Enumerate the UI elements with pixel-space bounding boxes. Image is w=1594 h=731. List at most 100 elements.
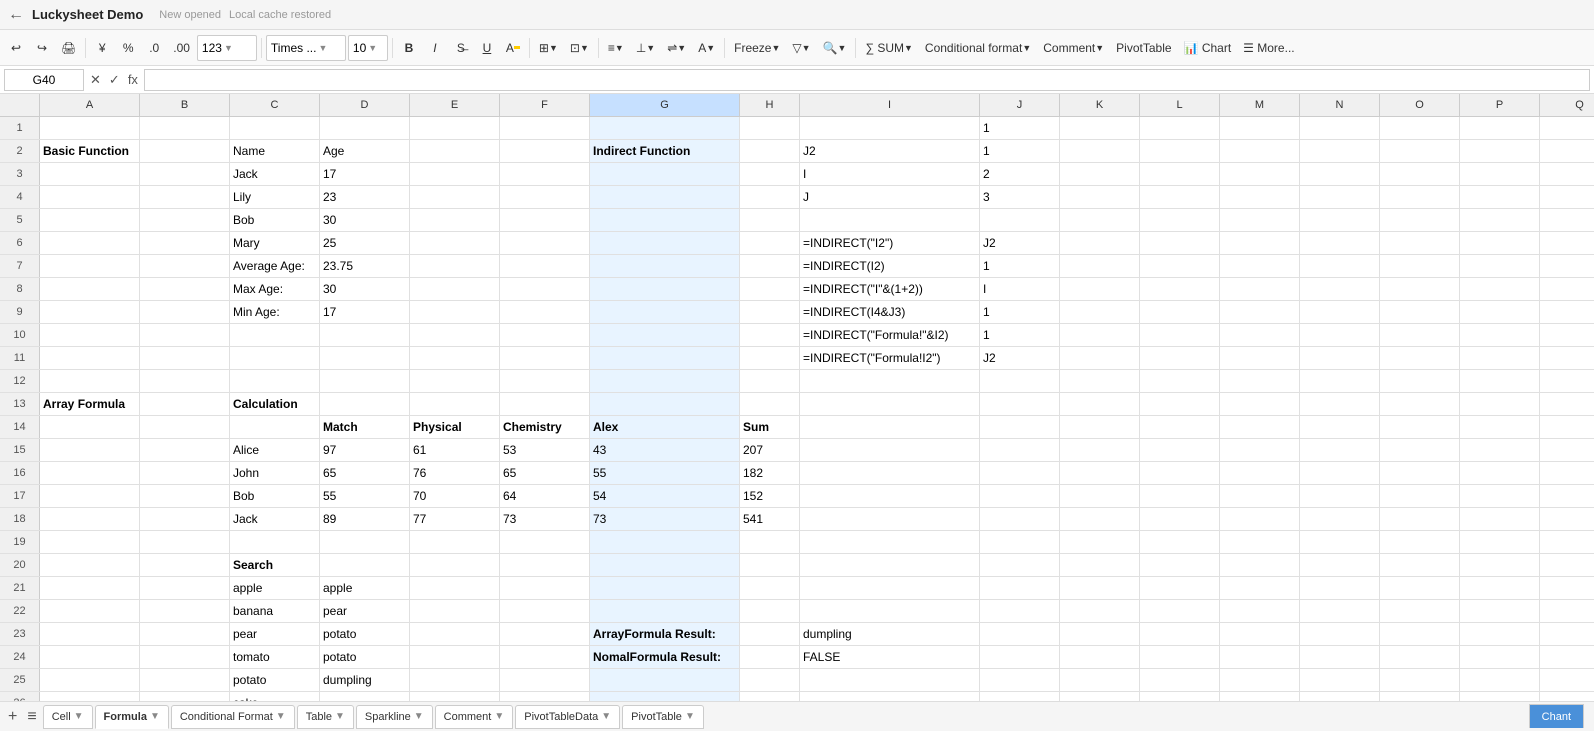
- cell-2-P[interactable]: [1460, 140, 1540, 162]
- cell-5-N[interactable]: [1300, 209, 1380, 231]
- cell-6-I[interactable]: =INDIRECT("I2"): [800, 232, 980, 254]
- cell-24-G[interactable]: NomalFormula Result:: [590, 646, 740, 668]
- cell-16-O[interactable]: [1380, 462, 1460, 484]
- cell-16-E[interactable]: 76: [410, 462, 500, 484]
- cell-6-N[interactable]: [1300, 232, 1380, 254]
- cell-25-D[interactable]: dumpling: [320, 669, 410, 691]
- cell-15-E[interactable]: 61: [410, 439, 500, 461]
- cell-25-M[interactable]: [1220, 669, 1300, 691]
- cell-10-D[interactable]: [320, 324, 410, 346]
- pivottable-button[interactable]: PivotTable: [1111, 35, 1176, 61]
- print-button[interactable]: 🖨: [56, 35, 81, 61]
- cell-22-A[interactable]: [40, 600, 140, 622]
- cell-19-L[interactable]: [1140, 531, 1220, 553]
- cell-14-E[interactable]: Physical: [410, 416, 500, 438]
- cell-3-P[interactable]: [1460, 163, 1540, 185]
- cell-17-B[interactable]: [140, 485, 230, 507]
- cell-13-M[interactable]: [1220, 393, 1300, 415]
- cell-7-F[interactable]: [500, 255, 590, 277]
- cell-7-N[interactable]: [1300, 255, 1380, 277]
- merge-button[interactable]: ⊡▼: [565, 35, 594, 61]
- cell-4-P[interactable]: [1460, 186, 1540, 208]
- cell-15-H[interactable]: 207: [740, 439, 800, 461]
- cell-1-H[interactable]: [740, 117, 800, 139]
- cell-15-N[interactable]: [1300, 439, 1380, 461]
- cell-19-E[interactable]: [410, 531, 500, 553]
- cell-15-K[interactable]: [1060, 439, 1140, 461]
- cell-11-P[interactable]: [1460, 347, 1540, 369]
- cell-11-H[interactable]: [740, 347, 800, 369]
- cell-23-O[interactable]: [1380, 623, 1460, 645]
- cell-1-O[interactable]: [1380, 117, 1460, 139]
- cell-13-L[interactable]: [1140, 393, 1220, 415]
- cell-4-H[interactable]: [740, 186, 800, 208]
- cell-8-Q[interactable]: [1540, 278, 1594, 300]
- cell-23-F[interactable]: [500, 623, 590, 645]
- undo-button[interactable]: ↩: [4, 35, 28, 61]
- cell-24-N[interactable]: [1300, 646, 1380, 668]
- cell-14-J[interactable]: [980, 416, 1060, 438]
- cell-13-I[interactable]: [800, 393, 980, 415]
- cell-22-B[interactable]: [140, 600, 230, 622]
- cell-8-O[interactable]: [1380, 278, 1460, 300]
- col-header-f[interactable]: F: [500, 94, 590, 116]
- cell-7-P[interactable]: [1460, 255, 1540, 277]
- cell-4-E[interactable]: [410, 186, 500, 208]
- tab-conditional-format[interactable]: Conditional Format ▼: [171, 705, 295, 729]
- cell-2-A[interactable]: Basic Function: [40, 140, 140, 162]
- cell-23-D[interactable]: potato: [320, 623, 410, 645]
- cell-25-I[interactable]: [800, 669, 980, 691]
- cell-13-E[interactable]: [410, 393, 500, 415]
- cell-20-A[interactable]: [40, 554, 140, 576]
- cell-2-N[interactable]: [1300, 140, 1380, 162]
- strikethrough-button[interactable]: S̶: [449, 35, 473, 61]
- cell-6-E[interactable]: [410, 232, 500, 254]
- cell-8-K[interactable]: [1060, 278, 1140, 300]
- cell-8-D[interactable]: 30: [320, 278, 410, 300]
- cell-17-D[interactable]: 55: [320, 485, 410, 507]
- cell-17-N[interactable]: [1300, 485, 1380, 507]
- cell-9-K[interactable]: [1060, 301, 1140, 323]
- cell-14-H[interactable]: Sum: [740, 416, 800, 438]
- cell-6-J[interactable]: J2: [980, 232, 1060, 254]
- cell-21-C[interactable]: apple: [230, 577, 320, 599]
- cell-26-I[interactable]: [800, 692, 980, 701]
- cell-20-N[interactable]: [1300, 554, 1380, 576]
- redo-button[interactable]: ↪: [30, 35, 54, 61]
- cell-4-N[interactable]: [1300, 186, 1380, 208]
- cell-1-B[interactable]: [140, 117, 230, 139]
- bold-button[interactable]: B: [397, 35, 421, 61]
- cell-25-L[interactable]: [1140, 669, 1220, 691]
- cell-12-C[interactable]: [230, 370, 320, 392]
- align-v-button[interactable]: ⊥▼: [631, 35, 660, 61]
- cell-24-E[interactable]: [410, 646, 500, 668]
- cell-21-J[interactable]: [980, 577, 1060, 599]
- cell-20-H[interactable]: [740, 554, 800, 576]
- cell-25-A[interactable]: [40, 669, 140, 691]
- cell-10-K[interactable]: [1060, 324, 1140, 346]
- col-header-l[interactable]: L: [1140, 94, 1220, 116]
- cell-7-C[interactable]: Average Age:: [230, 255, 320, 277]
- cell-3-L[interactable]: [1140, 163, 1220, 185]
- col-header-b[interactable]: B: [140, 94, 230, 116]
- cell-6-O[interactable]: [1380, 232, 1460, 254]
- cell-25-G[interactable]: [590, 669, 740, 691]
- cell-3-H[interactable]: [740, 163, 800, 185]
- cell-9-C[interactable]: Min Age:: [230, 301, 320, 323]
- cell-15-P[interactable]: [1460, 439, 1540, 461]
- cell-14-C[interactable]: [230, 416, 320, 438]
- col-header-j[interactable]: J: [980, 94, 1060, 116]
- cell-18-C[interactable]: Jack: [230, 508, 320, 530]
- cell-18-O[interactable]: [1380, 508, 1460, 530]
- cell-5-D[interactable]: 30: [320, 209, 410, 231]
- cell-6-C[interactable]: Mary: [230, 232, 320, 254]
- cell-16-P[interactable]: [1460, 462, 1540, 484]
- cell-5-Q[interactable]: [1540, 209, 1594, 231]
- cell-22-I[interactable]: [800, 600, 980, 622]
- cell-20-I[interactable]: [800, 554, 980, 576]
- cell-9-M[interactable]: [1220, 301, 1300, 323]
- cell-13-H[interactable]: [740, 393, 800, 415]
- cell-2-I[interactable]: J2: [800, 140, 980, 162]
- cell-10-G[interactable]: [590, 324, 740, 346]
- back-button[interactable]: ←: [8, 6, 24, 24]
